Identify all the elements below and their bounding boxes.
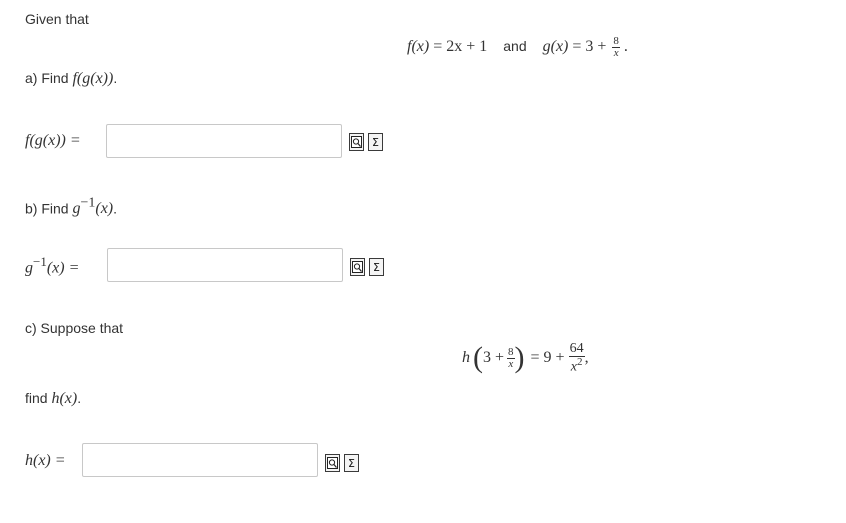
part-b-label-rest: (x) = (46, 259, 80, 277)
f-definition-rhs: = 2x + 1 (433, 38, 488, 56)
part-c-equation-editor-button[interactable]: Σ (344, 454, 359, 472)
part-c-answer-input[interactable] (82, 443, 318, 477)
preview-icon (351, 136, 362, 148)
left-paren-icon: ( (473, 341, 483, 375)
part-c-rhs-numerator: 64 (568, 341, 585, 357)
part-a-answer-input[interactable] (106, 124, 342, 158)
part-a-answer-label: f(g(x)) = (25, 132, 81, 149)
sigma-icon: Σ (372, 135, 379, 149)
part-a-preview-button[interactable] (349, 133, 364, 151)
part-c-inner-fraction: 8 x (507, 346, 515, 370)
g-fraction-denominator: x (613, 47, 619, 59)
part-b-label-sup: −1 (33, 254, 47, 269)
part-c-answer-label: h(x) = (25, 452, 66, 469)
preview-icon (327, 457, 338, 469)
intro-text: Given that (25, 11, 89, 27)
part-b-equation-editor-button[interactable]: Σ (369, 258, 384, 276)
part-b-prompt-sup: −1 (80, 196, 96, 211)
part-c-find-prompt: find h(x). (25, 390, 81, 408)
part-c-inner-3: 3 + (483, 349, 505, 367)
g-fraction: 8 x (612, 36, 620, 59)
part-c-rhs-den-sup: 2 (576, 356, 583, 368)
part-a-prompt-math: f(g(x)) (72, 70, 114, 87)
part-a-prompt-text: a) Find (25, 70, 69, 86)
part-c-preview-button[interactable] (325, 454, 340, 472)
sigma-icon: Σ (373, 260, 380, 274)
part-b-answer-label: g−1(x) = (25, 254, 79, 277)
part-b-label-g: g (25, 259, 33, 277)
part-c-suppose-text: c) Suppose that (25, 320, 124, 336)
part-b-prompt-arg: (x) (95, 200, 114, 218)
part-b-preview-button[interactable] (350, 258, 365, 276)
part-b-prompt: b) Find g−1(x). (25, 196, 117, 218)
part-a-prompt: a) Find f(g(x)). (25, 70, 117, 88)
right-paren-icon: ) (514, 341, 525, 375)
part-c-find-text: find (25, 390, 48, 406)
part-b-prompt-period: . (113, 200, 118, 217)
part-c-h-name: h (462, 349, 470, 367)
g-definition-rhs: = 3 + (572, 38, 607, 56)
g-definition-period: . (623, 38, 628, 56)
part-c-find-math: h(x) (51, 390, 78, 407)
part-a-prompt-period: . (113, 70, 118, 86)
part-c-rhs-fraction: 64 x2 (568, 341, 585, 375)
part-c-equation: h ( 3 + 8 x ) = 9 + 64 x2 , (462, 342, 589, 375)
sigma-icon: Σ (348, 456, 355, 470)
preview-icon (352, 261, 363, 273)
part-a-equation-editor-button[interactable]: Σ (368, 133, 383, 151)
part-b-prompt-text: b) Find (25, 200, 69, 217)
part-c-inner-denominator: x (508, 357, 514, 370)
g-definition-lhs: g(x) (542, 38, 569, 56)
part-c-find-period: . (77, 390, 82, 406)
and-text: and (503, 38, 527, 55)
part-b-prompt-math: g−1(x) (72, 196, 114, 218)
part-b-answer-input[interactable] (107, 248, 343, 282)
part-c-rhs-comma: , (584, 349, 589, 367)
f-definition-lhs: f(x) (407, 38, 430, 56)
given-formula: f(x) = 2x + 1 and g(x) = 3 + 8 x . (407, 36, 628, 59)
part-c-rhs-denominator: x2 (569, 357, 585, 375)
part-c-rhs: = 9 + (530, 349, 565, 367)
